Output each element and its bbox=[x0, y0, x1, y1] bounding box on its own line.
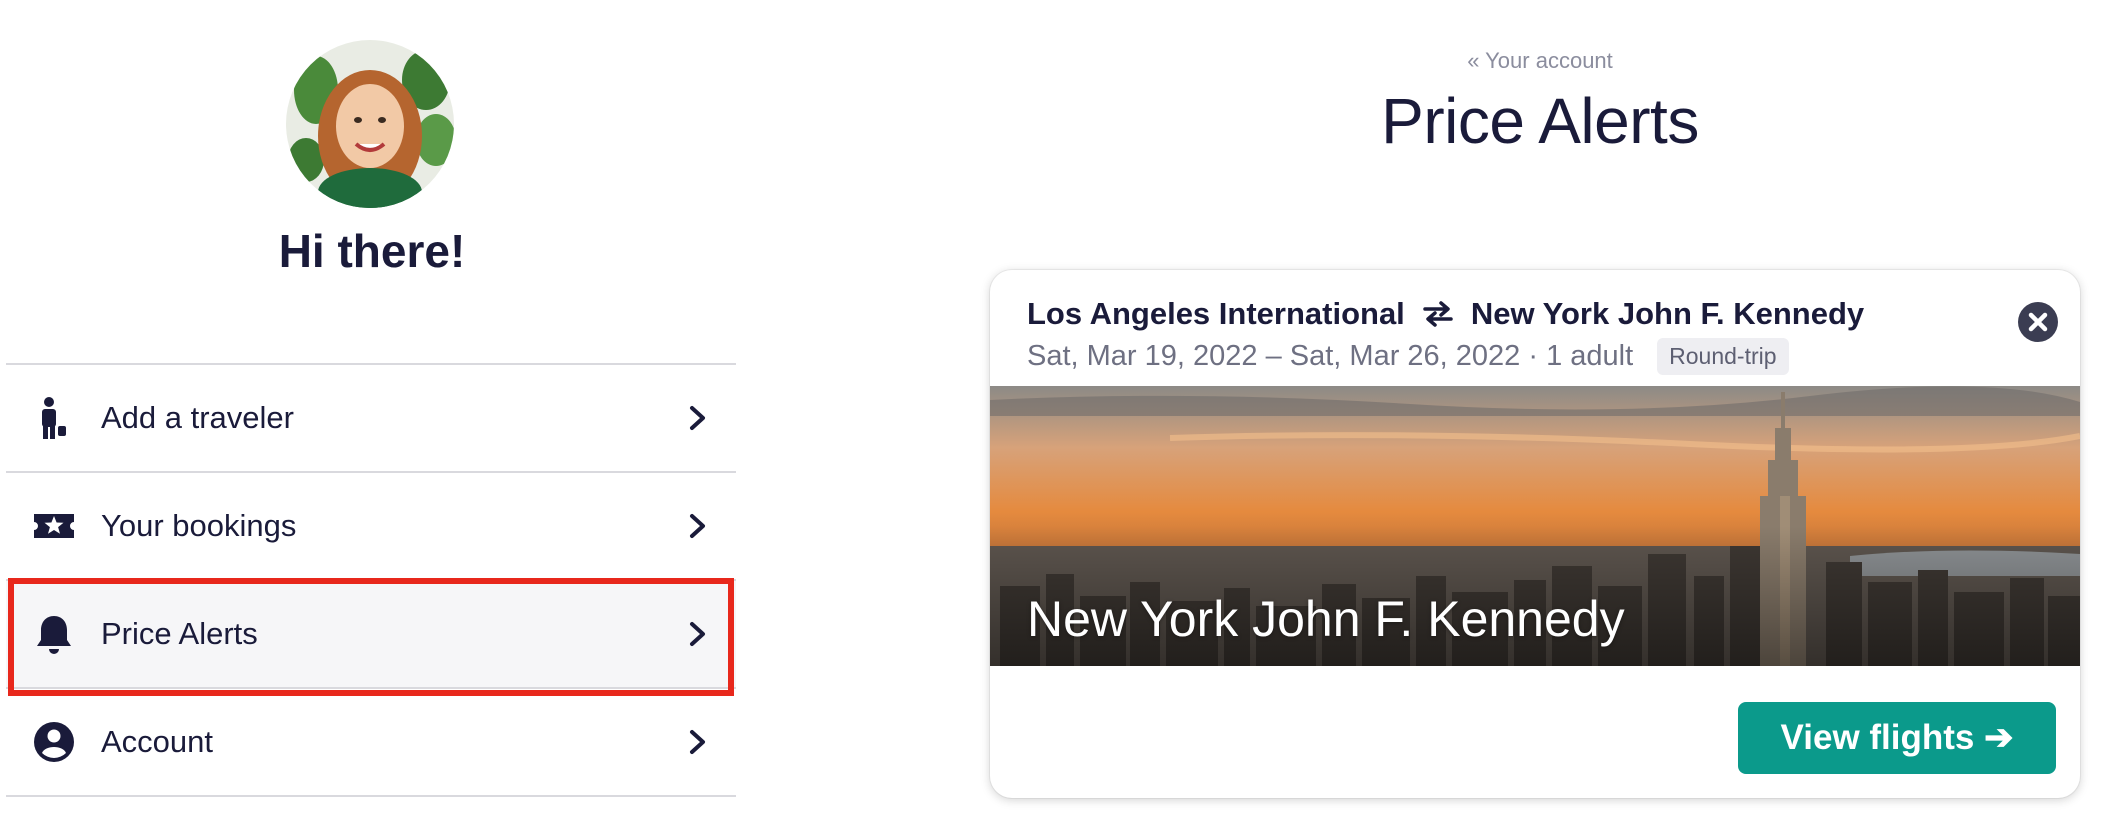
trip-dates: Sat, Mar 19, 2022 – Sat, Mar 26, 2022 · … bbox=[1027, 340, 1634, 372]
traveler-icon bbox=[32, 396, 76, 440]
bell-icon bbox=[32, 612, 76, 656]
menu-item-label: Account bbox=[101, 724, 214, 759]
remove-alert-button[interactable] bbox=[2018, 302, 2058, 342]
avatar-image bbox=[286, 40, 454, 208]
menu-item-label: Your bookings bbox=[101, 508, 297, 543]
trip-details: Sat, Mar 19, 2022 – Sat, Mar 26, 2022 · … bbox=[1027, 338, 1789, 375]
avatar bbox=[286, 40, 454, 208]
account-icon bbox=[32, 720, 76, 764]
menu-item-label: Add a traveler bbox=[101, 400, 294, 435]
menu-item-price-alerts[interactable]: Price Alerts bbox=[6, 581, 736, 689]
origin-airport: Los Angeles International bbox=[1027, 296, 1405, 331]
menu-item-account[interactable]: Account bbox=[6, 689, 736, 797]
greeting-heading: Hi there! bbox=[278, 225, 466, 277]
route-heading: Los Angeles International New York John … bbox=[1027, 296, 1864, 332]
chevron-right-icon bbox=[686, 620, 710, 648]
chevron-right-icon bbox=[686, 404, 710, 432]
destination-image-caption: New York John F. Kennedy bbox=[1027, 591, 1625, 647]
swap-arrows-icon bbox=[1421, 299, 1455, 329]
back-to-account-link[interactable]: « Your account bbox=[990, 48, 2090, 74]
ticket-icon bbox=[32, 504, 76, 548]
close-icon bbox=[2028, 312, 2048, 332]
menu-item-add-traveler[interactable]: Add a traveler bbox=[6, 365, 736, 473]
menu-item-label: Price Alerts bbox=[101, 616, 258, 651]
trip-type-badge: Round-trip bbox=[1657, 338, 1789, 375]
chevron-right-icon bbox=[686, 512, 710, 540]
page-title: Price Alerts bbox=[1381, 85, 1699, 157]
chevron-right-icon bbox=[686, 728, 710, 756]
destination-airport: New York John F. Kennedy bbox=[1470, 296, 1865, 331]
account-menu: Add a traveler Your bookings Price Alert… bbox=[6, 363, 736, 797]
price-alert-card: Los Angeles International New York John … bbox=[990, 270, 2080, 798]
view-flights-button[interactable]: View flights ➔ bbox=[1738, 702, 2056, 774]
menu-item-your-bookings[interactable]: Your bookings bbox=[6, 473, 736, 581]
